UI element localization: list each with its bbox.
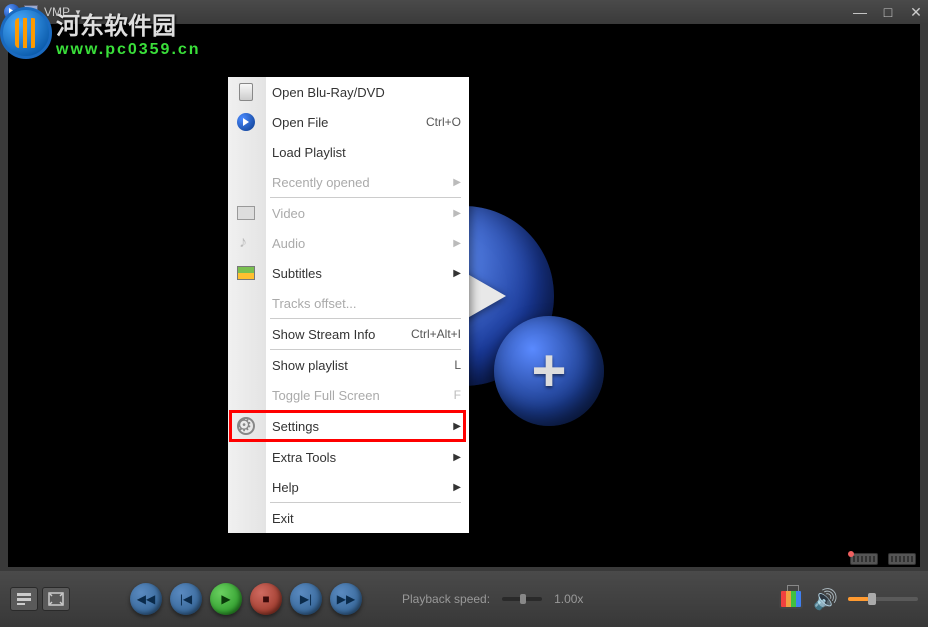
menu-item-toggle-full-screen: Toggle Full Screen F: [266, 380, 469, 410]
submenu-arrow-icon: ▶: [453, 238, 461, 249]
play-button[interactable]: ▶: [210, 583, 242, 615]
menu-item-video: Video ▶: [266, 198, 469, 228]
submenu-arrow-icon: ▶: [453, 482, 461, 493]
close-button[interactable]: ✕: [908, 4, 924, 21]
menu-item-label: Recently opened: [272, 175, 370, 190]
speed-slider-handle[interactable]: [520, 594, 526, 604]
menu-icon-column: [228, 77, 266, 533]
minimize-button[interactable]: —: [852, 4, 868, 21]
menu-shortcut: F: [454, 388, 461, 402]
submenu-arrow-icon: ▶: [453, 177, 461, 188]
playback-speed-value: 1.00x: [554, 592, 583, 606]
menu-item-tracks-offset: Tracks offset...: [266, 288, 469, 318]
menu-item-help[interactable]: Help ▶: [266, 472, 469, 502]
speed-slider[interactable]: [502, 597, 542, 601]
menu-shortcut: Ctrl+O: [426, 115, 461, 129]
volume-slider[interactable]: [848, 597, 918, 601]
menu-item-label: Tracks offset...: [272, 296, 357, 311]
watermark-logo: [0, 7, 52, 59]
menu-item-audio: ♪Audio▶: [266, 228, 469, 258]
maximize-button[interactable]: □: [880, 4, 896, 21]
menu-item-open-blu-ray-dvd[interactable]: Open Blu-Ray/DVD: [266, 77, 469, 107]
next-button[interactable]: ▶|: [290, 583, 322, 615]
file-icon: [234, 110, 258, 134]
window-buttons: — □ ✕: [852, 4, 924, 21]
main-menu: Open Blu-Ray/DVD Open File Ctrl+O Load Play…: [228, 77, 469, 533]
submenu-arrow-icon: ▶: [453, 268, 461, 279]
menu-item-load-playlist[interactable]: Load Playlist: [266, 137, 469, 167]
menu-item-label: Video: [272, 206, 305, 221]
sub-icon: [234, 261, 258, 285]
menu-item-label: Help: [272, 480, 299, 495]
menu-item-settings[interactable]: Settings ▶: [266, 411, 469, 441]
menu-item-show-playlist[interactable]: Show playlist L: [266, 350, 469, 380]
fullscreen-button[interactable]: [42, 587, 70, 611]
menu-shortcut: Ctrl+Alt+I: [411, 327, 461, 341]
rewind-button[interactable]: ◀◀: [130, 583, 162, 615]
gear-icon: [234, 414, 258, 438]
playback-speed-label: Playback speed:: [402, 592, 490, 606]
forward-button[interactable]: ▶▶: [330, 583, 362, 615]
menu-item-label: Subtitles: [272, 266, 322, 281]
playback-speed: Playback speed: 1.00x: [402, 592, 583, 606]
watermark: 河东软件园 www.pc0359.cn: [0, 6, 201, 59]
keyboard-indicator-group: [850, 553, 916, 565]
submenu-arrow-icon: ▶: [453, 421, 461, 432]
keyboard-rec-icon[interactable]: [850, 553, 878, 565]
tv-icon[interactable]: [779, 589, 803, 609]
menu-item-label: Show playlist: [272, 358, 348, 373]
audio-icon: ♪: [234, 231, 258, 255]
stop-button[interactable]: ■: [250, 583, 282, 615]
plus-icon: +: [531, 336, 566, 405]
menu-item-label: Open Blu-Ray/DVD: [272, 85, 385, 100]
submenu-arrow-icon: ▶: [453, 452, 461, 463]
menu-item-label: Exit: [272, 511, 294, 526]
menu-item-label: Show Stream Info: [272, 327, 375, 342]
add-sphere-icon: +: [494, 316, 604, 426]
menu-item-show-stream-info[interactable]: Show Stream Info Ctrl+Alt+I: [266, 319, 469, 349]
watermark-text1: 河东软件园: [56, 6, 201, 41]
playlist-view-button[interactable]: [10, 587, 38, 611]
menu-item-label: Load Playlist: [272, 145, 346, 160]
menu-item-exit[interactable]: Exit: [266, 503, 469, 533]
menu-item-label: Settings: [272, 419, 319, 434]
menu-item-open-file[interactable]: Open File Ctrl+O: [266, 107, 469, 137]
menu-item-recently-opened: Recently opened ▶: [266, 167, 469, 197]
volume-fill: [848, 597, 869, 601]
menu-item-label: Open File: [272, 115, 328, 130]
menu-item-label: Audio: [272, 236, 305, 251]
submenu-arrow-icon: ▶: [453, 208, 461, 219]
menu-shortcut: L: [454, 358, 461, 372]
previous-button[interactable]: |◀: [170, 583, 202, 615]
keyboard-icon[interactable]: [888, 553, 916, 565]
volume-icon[interactable]: 🔊: [813, 587, 838, 612]
watermark-text2: www.pc0359.cn: [56, 41, 201, 59]
menu-item-label: Extra Tools: [272, 450, 336, 465]
video-icon: [234, 201, 258, 225]
controls-bar: ◀◀ |◀ ▶ ■ ▶| ▶▶ Playback speed: 1.00x 🔊: [0, 571, 928, 627]
volume-handle[interactable]: [868, 593, 876, 605]
bluray-icon: [234, 80, 258, 104]
menu-item-subtitles[interactable]: Subtitles ▶: [266, 258, 469, 288]
menu-item-extra-tools[interactable]: Extra Tools ▶: [266, 442, 469, 472]
menu-item-label: Toggle Full Screen: [272, 388, 380, 403]
